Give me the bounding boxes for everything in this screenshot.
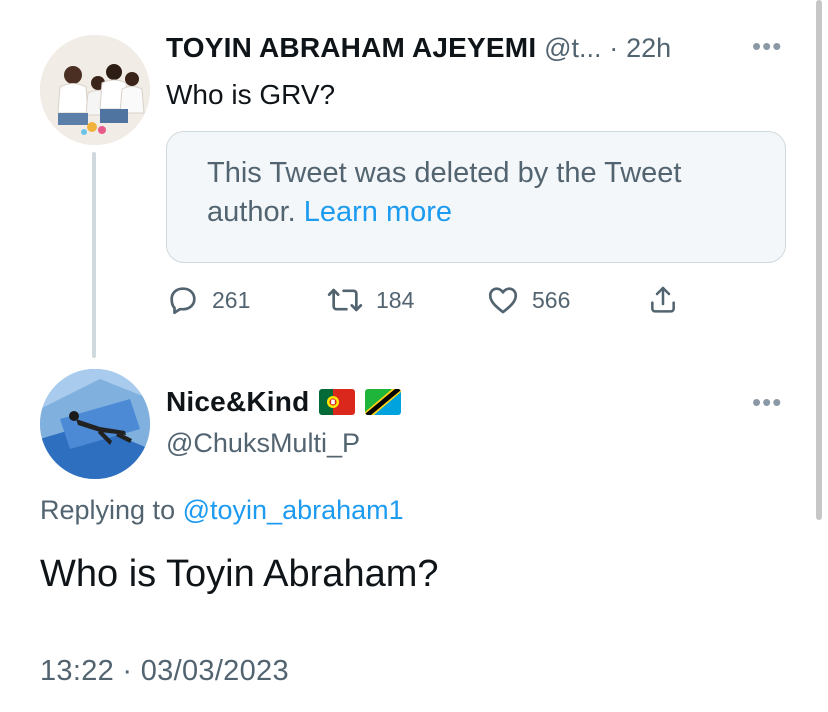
person-photo-avatar-image: [40, 369, 150, 479]
reply-icon: [170, 287, 196, 315]
reply-author-name[interactable]: Nice&Kind: [166, 386, 309, 418]
reply-timestamp[interactable]: 13:22 · 03/03/2023: [40, 655, 289, 688]
retweet-count: 184: [376, 286, 415, 313]
parent-tweet-text: Who is GRV?: [166, 79, 336, 110]
more-horizontal-icon[interactable]: •••: [752, 33, 782, 59]
tweet-time[interactable]: 22h: [626, 33, 671, 63]
retweet-button[interactable]: 184: [326, 283, 414, 317]
reply-author-row: Nice&Kind: [166, 386, 402, 418]
replying-to-mention[interactable]: @toyin_abraham1: [183, 495, 404, 525]
like-count: 566: [532, 286, 571, 313]
reply-author-handle[interactable]: @ChuksMulti_P: [166, 428, 360, 459]
share-button[interactable]: [647, 283, 679, 317]
replying-prefix: Replying to: [40, 495, 176, 525]
replying-to-line: Replying to @toyin_abraham1: [40, 495, 404, 526]
family-photo-avatar-image: [40, 35, 150, 145]
deleted-tweet-card: This Tweet was deleted by the Tweet auth…: [166, 131, 786, 263]
author-avatar-toyin[interactable]: [40, 35, 150, 145]
reply-tweet-text: Who is Toyin Abraham?: [40, 553, 439, 595]
parent-tweet-header: TOYIN ABRAHAM AJEYEMI @t... · 22h: [166, 31, 746, 65]
deleted-notice: This Tweet was deleted by the Tweet auth…: [207, 154, 767, 232]
reply-button[interactable]: 261: [166, 283, 250, 317]
more-horizontal-icon[interactable]: •••: [752, 389, 782, 415]
time-separator: ·: [609, 33, 619, 63]
like-button[interactable]: 566: [486, 283, 570, 317]
reply-count: 261: [212, 286, 251, 313]
author-name[interactable]: TOYIN ABRAHAM AJEYEMI: [166, 32, 536, 63]
portugal-flag-icon: [319, 389, 356, 415]
author-handle[interactable]: @t...: [544, 33, 601, 63]
share-icon: [651, 286, 675, 313]
author-avatar-chuks[interactable]: [40, 369, 150, 479]
tanzania-flag-icon: [365, 389, 402, 415]
thread-connector-line: [92, 152, 96, 358]
heart-icon: [488, 287, 518, 314]
scrollbar[interactable]: [816, 0, 822, 520]
learn-more-link[interactable]: Learn more: [304, 196, 452, 228]
retweet-icon: [327, 288, 363, 312]
